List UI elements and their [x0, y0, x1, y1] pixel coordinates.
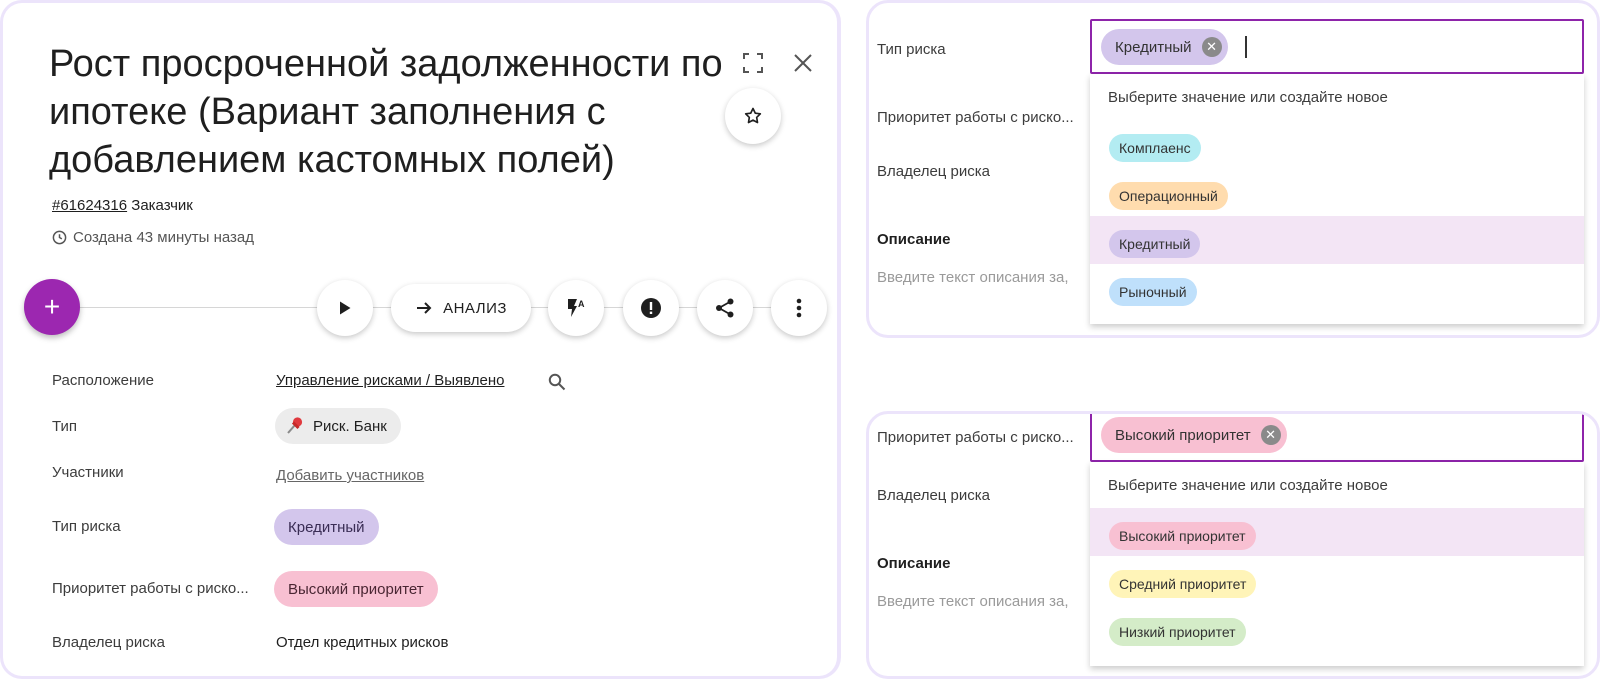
arrow-right-icon	[417, 302, 432, 314]
description-label: Описание	[877, 231, 951, 248]
location-label: Расположение	[52, 372, 154, 389]
option-operacionny[interactable]: Операционный	[1090, 168, 1584, 216]
task-id-link[interactable]: #61624316	[52, 197, 127, 214]
share-icon	[716, 298, 734, 318]
play-icon	[340, 301, 351, 315]
option-vysokiy[interactable]: Высокий приоритет	[1090, 508, 1584, 556]
clear-icon[interactable]: ✕	[1201, 37, 1222, 57]
option-kreditny[interactable]: Кредитный	[1090, 216, 1584, 264]
type-chip[interactable]: Риск. Банк	[275, 408, 401, 444]
text-cursor	[1245, 36, 1247, 58]
owner-label: Владелец риска	[52, 634, 166, 651]
share-button[interactable]	[697, 280, 753, 336]
analysis-label: АНАЛИЗ	[443, 299, 507, 317]
customer-text: Заказчик	[131, 197, 193, 214]
type-chip-label: Риск. Банк	[313, 417, 387, 435]
owner-label: Владелец риска	[877, 163, 991, 180]
clear-icon[interactable]: ✕	[1260, 425, 1281, 445]
alert-icon	[641, 298, 661, 318]
more-button[interactable]	[771, 280, 827, 336]
option-chip: Комплаенс	[1109, 134, 1201, 162]
task-card-panel: Рост просроченной задолженности по ипоте…	[0, 0, 841, 679]
priority-select[interactable]: Высокий приоритет ✕	[1090, 414, 1584, 462]
option-nizkiy[interactable]: Низкий приоритет	[1090, 604, 1584, 652]
search-icon[interactable]	[548, 373, 566, 391]
risk-type-select[interactable]: Кредитный ✕	[1090, 19, 1584, 74]
risk-type-dropdown: Выберите значение или создайте новое Ком…	[1090, 74, 1584, 324]
owner-label: Владелец риска	[877, 487, 991, 504]
flash-auto-icon: A	[568, 299, 585, 317]
created-info: Создана 43 минуты назад	[52, 229, 254, 246]
svg-text:A: A	[578, 299, 585, 309]
task-title: Рост просроченной задолженности по ипоте…	[49, 43, 723, 181]
option-chip: Кредитный	[1109, 230, 1201, 258]
option-sredniy[interactable]: Средний приоритет	[1090, 556, 1584, 604]
description-placeholder[interactable]: Введите текст описания за,	[877, 593, 1087, 610]
option-chip: Рыночный	[1109, 278, 1197, 306]
transition-analysis-button[interactable]: АНАЛИЗ	[391, 284, 531, 332]
description-label: Описание	[877, 555, 951, 572]
priority-label: Приоритет работы с риско...	[877, 109, 1074, 126]
risk-type-chip[interactable]: Кредитный	[274, 509, 379, 545]
location-value: Управление рисками / Выявлено	[276, 372, 504, 389]
option-chip: Высокий приоритет	[1109, 522, 1256, 550]
selected-chip-label: Высокий приоритет	[1115, 426, 1251, 444]
alert-button[interactable]	[623, 280, 679, 336]
participants-label: Участники	[52, 464, 124, 481]
priority-label: Приоритет работы с риско...	[877, 429, 1074, 446]
description-placeholder[interactable]: Введите текст описания за,	[877, 269, 1087, 286]
option-rynochny[interactable]: Рыночный	[1090, 264, 1584, 312]
option-komplaens[interactable]: Комплаенс	[1090, 120, 1584, 168]
option-chip: Операционный	[1109, 182, 1228, 210]
location-link[interactable]: Управление рисками / Выявлено	[276, 372, 504, 389]
star-icon	[744, 107, 762, 124]
clock-icon	[52, 230, 67, 245]
type-label: Тип	[52, 418, 78, 435]
priority-chip[interactable]: Высокий приоритет	[274, 571, 438, 607]
dropdown-hint: Выберите значение или создайте новое	[1108, 89, 1388, 106]
automation-button[interactable]: A	[548, 280, 604, 336]
created-text: Создана 43 минуты назад	[73, 229, 255, 246]
favorite-button[interactable]	[725, 88, 781, 144]
priority-label: Приоритет работы с риско...	[52, 580, 249, 597]
selected-chip: Высокий приоритет ✕	[1101, 417, 1287, 453]
pushpin-icon	[287, 417, 303, 434]
risk-type-label: Тип риска	[52, 518, 121, 535]
risk-type-editor-panel: Тип риска Приоритет работы с риско... Вл…	[866, 0, 1600, 338]
priority-editor-panel: Приоритет работы с риско... Владелец рис…	[866, 411, 1600, 679]
expand-icon[interactable]	[743, 53, 763, 73]
more-vert-icon	[796, 298, 802, 318]
add-participants-link[interactable]: Добавить участников	[276, 467, 424, 484]
owner-value: Отдел кредитных рисков	[276, 634, 449, 651]
add-button[interactable]: +	[24, 279, 80, 335]
option-chip: Низкий приоритет	[1109, 618, 1246, 646]
start-button[interactable]	[317, 280, 373, 336]
risk-type-label: Тип риска	[877, 41, 946, 58]
dropdown-hint: Выберите значение или создайте новое	[1108, 477, 1388, 494]
option-chip: Средний приоритет	[1109, 570, 1257, 598]
task-meta: #61624316 Заказчик	[52, 197, 193, 214]
priority-dropdown: Выберите значение или создайте новое Выс…	[1090, 462, 1584, 666]
participants-value: Добавить участников	[276, 467, 424, 484]
selected-chip-label: Кредитный	[1115, 38, 1192, 56]
selected-chip: Кредитный ✕	[1101, 29, 1228, 65]
close-icon[interactable]	[793, 53, 813, 73]
